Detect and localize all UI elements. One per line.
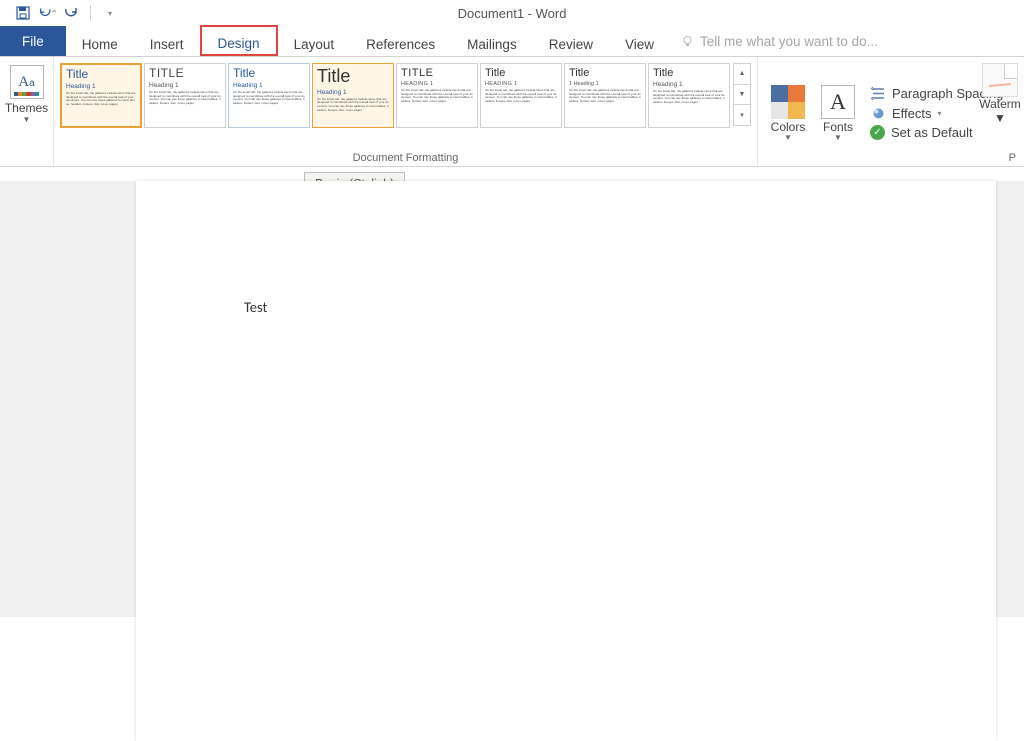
document-background: Test [0, 181, 1024, 617]
style-set-thumb[interactable]: Title1 Heading 1On the Insert tab, the g… [564, 63, 646, 128]
tab-layout[interactable]: Layout [278, 26, 351, 56]
style-set-thumb[interactable]: TitleHeading 1On the Insert tab, the gal… [60, 63, 142, 128]
chevron-down-icon: ▼ [23, 115, 31, 124]
gallery-scroll-up[interactable]: ▲ [734, 64, 750, 85]
tab-review[interactable]: Review [533, 26, 609, 56]
ribbon-design: Aa Themes ▼ TitleHeading 1On the Insert … [0, 57, 1024, 167]
fonts-label: Fonts [823, 120, 853, 134]
tab-view[interactable]: View [609, 26, 670, 56]
watermark-label: Waterm [979, 97, 1021, 111]
chevron-down-icon: ▼ [834, 133, 842, 142]
watermark-icon [982, 63, 1018, 97]
save-icon[interactable] [14, 4, 32, 22]
set-as-default-button[interactable]: ✓ Set as Default [870, 125, 1013, 140]
tab-references[interactable]: References [350, 26, 451, 56]
gallery-scroll[interactable]: ▲▼▾ [733, 63, 751, 126]
document-page[interactable]: Test [136, 181, 996, 741]
colors-label: Colors [771, 120, 806, 134]
colors-button[interactable]: Colors ▼ [764, 79, 812, 142]
style-set-gallery: TitleHeading 1On the Insert tab, the gal… [60, 61, 751, 137]
tab-design[interactable]: Design [200, 25, 278, 56]
group-themes: Aa Themes ▼ [0, 57, 54, 166]
colors-icon [771, 85, 805, 119]
document-title: Document1 - Word [458, 6, 567, 21]
qat-customize-icon[interactable]: ▾ [101, 4, 119, 22]
group-label-page-bg: P [1009, 152, 1016, 164]
themes-label: Themes [5, 101, 48, 115]
title-bar: ▾ Document1 - Word [0, 0, 1024, 26]
tell-me-placeholder: Tell me what you want to do... [700, 34, 878, 49]
effects-label: Effects [892, 106, 932, 121]
style-set-thumb[interactable]: TITLEHEADING 1On the Insert tab, the gal… [396, 63, 478, 128]
group-label-formatting: Document Formatting [54, 152, 757, 164]
tell-me-search[interactable]: Tell me what you want to do... [670, 26, 878, 56]
fonts-button[interactable]: A Fonts ▼ [814, 79, 862, 142]
themes-icon: Aa [10, 65, 44, 99]
tab-insert[interactable]: Insert [134, 26, 200, 56]
chevron-down-icon: ▾ [938, 109, 942, 118]
watermark-button[interactable]: Waterm ▼ [976, 57, 1024, 125]
set-as-default-label: Set as Default [891, 125, 973, 140]
bulb-icon [680, 34, 694, 48]
fonts-icon: A [821, 85, 855, 119]
group-document-formatting: TitleHeading 1On the Insert tab, the gal… [54, 57, 758, 166]
tab-home[interactable]: Home [66, 26, 134, 56]
effects-icon [870, 105, 886, 121]
themes-button[interactable]: Aa Themes ▼ [5, 61, 49, 124]
tab-file[interactable]: File [0, 26, 66, 56]
check-icon: ✓ [870, 125, 885, 140]
undo-icon[interactable] [38, 4, 56, 22]
qat-separator [90, 5, 91, 21]
style-set-thumb[interactable]: TitleHeading 1On the Insert tab, the gal… [228, 63, 310, 128]
document-body-text[interactable]: Test [244, 298, 267, 316]
gallery-scroll-down[interactable]: ▼ [734, 85, 750, 106]
style-set-thumb[interactable]: TitleHeading 1On the Insert tab, the gal… [648, 63, 730, 128]
chevron-down-icon: ▼ [994, 111, 1006, 125]
redo-icon[interactable] [62, 4, 80, 22]
style-set-thumb[interactable]: TitleHEADING 1On the Insert tab, the gal… [480, 63, 562, 128]
style-set-thumb[interactable]: TITLEHeading 1On the Insert tab, the gal… [144, 63, 226, 128]
chevron-down-icon: ▼ [784, 133, 792, 142]
gallery-more[interactable]: ▾ [734, 105, 750, 125]
paragraph-spacing-icon [870, 85, 886, 101]
style-set-thumb[interactable]: TitleHeading 1On the Insert tab, the gal… [312, 63, 394, 128]
quick-access-toolbar: ▾ [0, 4, 119, 22]
ribbon-tabs: File Home Insert Design Layout Reference… [0, 26, 1024, 57]
tab-mailings[interactable]: Mailings [451, 26, 533, 56]
